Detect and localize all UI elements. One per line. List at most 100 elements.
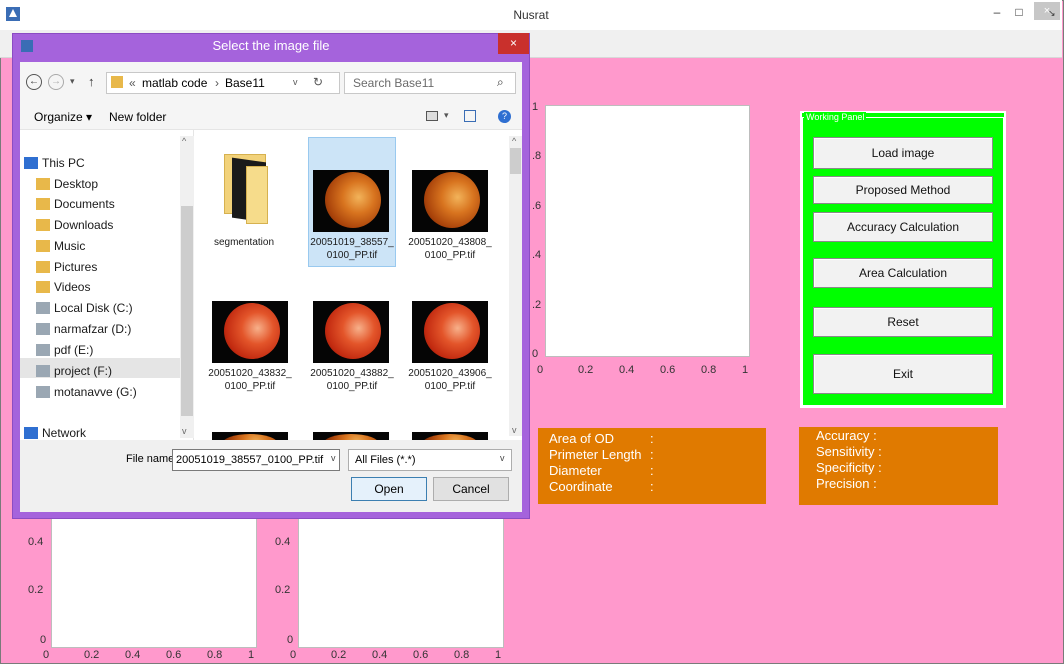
file-name-line2[interactable]: 0100_PP.tif xyxy=(206,381,294,393)
bottom-y-tick-label: 0.2 xyxy=(275,584,291,596)
file-name-line2[interactable]: 0100_PP.tif xyxy=(308,381,396,393)
working-panel-title: Working Panel xyxy=(804,112,867,122)
load-image-button[interactable]: Load image xyxy=(813,137,993,169)
organize-button[interactable]: Organize ▾ xyxy=(34,110,92,124)
fundus-thumbnail-partial[interactable] xyxy=(412,432,488,454)
file-name-line2: 0100_PP.tif xyxy=(326,250,378,261)
file-type-select[interactable]: All Files (*.*) xyxy=(348,449,512,471)
drive-icon xyxy=(36,365,50,377)
nav-item[interactable]: pdf (E:) xyxy=(36,343,93,357)
file-name-line2[interactable]: 0100_PP.tif xyxy=(406,250,494,262)
help-icon[interactable]: ? xyxy=(498,110,511,123)
top-x-tick-label: 1 xyxy=(742,364,749,376)
top-axes xyxy=(545,105,750,357)
nav-item[interactable]: This PC xyxy=(24,156,85,170)
nav-item[interactable]: Desktop xyxy=(36,177,98,191)
fundus-thumbnail-partial[interactable] xyxy=(313,432,389,454)
drive-icon xyxy=(36,302,50,314)
nav-item-label: Music xyxy=(54,239,86,253)
nav-scroll-thumb[interactable] xyxy=(181,206,193,416)
bottom-y-tick-label: 0.4 xyxy=(275,536,291,548)
fundus-thumbnail[interactable] xyxy=(313,301,389,363)
nav-item[interactable]: Videos xyxy=(36,280,90,294)
file-type-dropdown-icon[interactable]: v xyxy=(500,453,505,463)
fundus-thumbnail[interactable] xyxy=(412,301,488,363)
file-name-input[interactable]: 20051019_38557_0100_PP.tif xyxy=(172,449,340,471)
address-sep: › xyxy=(215,76,219,90)
dialog-close-button[interactable]: × xyxy=(498,33,529,54)
top-x-tick-label: 0.4 xyxy=(619,364,635,376)
view-dropdown-icon[interactable]: ▾ xyxy=(444,110,449,121)
address-part-matlab-code[interactable]: matlab code xyxy=(142,76,207,90)
bottom-right-axes xyxy=(298,515,504,648)
nav-item[interactable]: project (F:) xyxy=(36,364,112,378)
top-y-tick-label: .2 xyxy=(532,298,542,311)
minimize-button[interactable]: – xyxy=(986,4,1008,20)
address-dropdown-icon[interactable]: v xyxy=(293,77,298,87)
nav-item[interactable]: Network xyxy=(24,426,86,440)
top-x-tick-label: 0.6 xyxy=(660,364,676,376)
reset-button[interactable]: Reset xyxy=(813,307,993,337)
bottom-x-tick-label: 1 xyxy=(495,649,502,661)
bottom-x-tick-label: 0.8 xyxy=(207,649,223,661)
file-name-line1[interactable]: 20051020_43882_ xyxy=(308,368,396,380)
nav-item-label: pdf (E:) xyxy=(54,343,94,357)
maximize-button[interactable]: □ xyxy=(1008,4,1030,20)
fundus-thumbnail-partial[interactable] xyxy=(212,432,288,454)
refresh-icon[interactable]: ↻ xyxy=(313,75,323,89)
top-y-tick-label: .4 xyxy=(532,249,542,262)
address-part-base11[interactable]: Base11 xyxy=(225,76,265,90)
open-button[interactable]: Open xyxy=(351,477,427,501)
forward-icon[interactable]: → xyxy=(48,74,64,90)
file-name-dropdown-icon[interactable]: v xyxy=(331,453,336,463)
nav-scroll-down-icon[interactable]: v xyxy=(182,426,187,436)
file-name-line1[interactable]: 20051020_43808_ xyxy=(406,237,494,249)
new-folder-button[interactable]: New folder xyxy=(109,110,166,124)
nav-item[interactable]: Music xyxy=(36,239,85,253)
nav-item[interactable]: motanavve (G:) xyxy=(36,385,137,399)
recent-dropdown-icon[interactable]: ▾ xyxy=(70,76,75,87)
fundus-thumbnail[interactable] xyxy=(212,301,288,363)
proposed-method-button[interactable]: Proposed Method xyxy=(813,176,993,204)
bottom-y-tick-label: 0.4 xyxy=(28,536,44,548)
file-name[interactable]: segmentation xyxy=(206,237,282,249)
accuracy-label: Accuracy : xyxy=(816,428,877,443)
close-button[interactable]: × xyxy=(1034,2,1060,20)
sensitivity-label: Sensitivity : xyxy=(816,444,882,459)
top-x-tick-label: 0.8 xyxy=(701,364,717,376)
file-name-line2[interactable]: 0100_PP.tif xyxy=(406,381,494,393)
network-icon xyxy=(24,427,38,439)
files-scroll-up-icon[interactable]: ^ xyxy=(512,136,516,146)
exit-button[interactable]: Exit xyxy=(813,354,993,394)
folder-icon[interactable] xyxy=(218,140,270,228)
files-scroll-down-icon[interactable]: v xyxy=(512,425,517,435)
nav-item[interactable]: narmafzar (D:) xyxy=(36,322,131,336)
files-scrollbar[interactable] xyxy=(509,136,522,436)
nav-item[interactable]: Pictures xyxy=(36,260,97,274)
files-scroll-thumb[interactable] xyxy=(510,148,521,174)
menubar-arrow-icon[interactable]: ↘ xyxy=(1048,8,1056,19)
cancel-button[interactable]: Cancel xyxy=(433,477,509,501)
file-name-line1[interactable]: 20051020_43832_ xyxy=(206,368,294,380)
nav-item-label: Pictures xyxy=(54,260,98,274)
preview-pane-icon[interactable] xyxy=(464,110,476,122)
drive-icon xyxy=(36,323,50,335)
folder-icon xyxy=(36,219,50,231)
back-icon[interactable]: ← xyxy=(26,74,42,90)
nav-scroll-up-icon[interactable]: ^ xyxy=(182,136,186,146)
address-bar[interactable]: « matlab code › Base11 v ↻ xyxy=(106,72,340,94)
file-name-line1[interactable]: 20051020_43906_ xyxy=(406,368,494,380)
nav-item-label: narmafzar (D:) xyxy=(54,322,132,336)
view-icon[interactable] xyxy=(426,111,438,121)
bottom-x-tick-label: 0.4 xyxy=(125,649,141,661)
nav-item[interactable]: Documents xyxy=(36,197,115,211)
bottom-x-tick-label: 0.2 xyxy=(84,649,100,661)
accuracy-calculation-button[interactable]: Accuracy Calculation xyxy=(813,212,993,242)
nav-item[interactable]: Downloads xyxy=(36,218,113,232)
fundus-thumbnail[interactable] xyxy=(412,170,488,232)
up-icon[interactable]: ↑ xyxy=(88,74,95,89)
folder-icon xyxy=(36,261,50,273)
area-calculation-button[interactable]: Area Calculation xyxy=(813,258,993,288)
nav-item[interactable]: Local Disk (C:) xyxy=(36,301,133,315)
search-input[interactable]: Search Base11 ⌕ xyxy=(344,72,516,94)
